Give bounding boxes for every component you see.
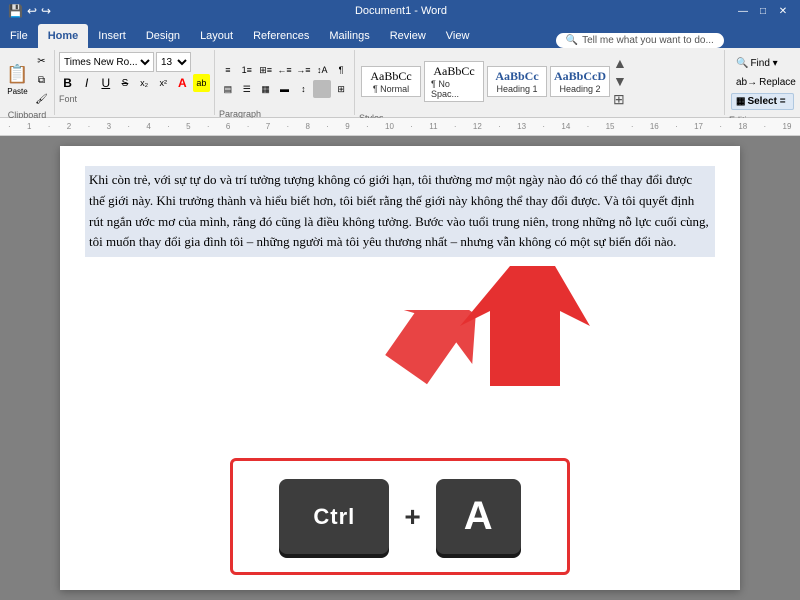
font-group: Times New Ro... 13 B I U S x₂ x² A ab Fo… (55, 50, 215, 115)
increase-indent-button[interactable]: →≡ (294, 61, 312, 79)
style-heading1[interactable]: AaBbCc Heading 1 (487, 66, 547, 97)
maximize-button[interactable]: □ (754, 3, 772, 19)
styles-group: AaBbCc ¶ Normal AaBbCc ¶ No Spac... AaBb… (355, 50, 725, 115)
align-right-button[interactable]: ▦ (257, 80, 275, 98)
document-text: Khi còn trẻ, với sự tự do và trí tưởng t… (85, 166, 715, 257)
borders-button[interactable]: ⊞ (332, 80, 350, 98)
bold-button[interactable]: B (59, 74, 76, 92)
strikethrough-button[interactable]: S (116, 74, 133, 92)
underline-button[interactable]: U (97, 74, 114, 92)
replace-button[interactable]: ab→ Replace (731, 74, 794, 91)
minimize-button[interactable]: — (734, 3, 752, 19)
plus-sign: + (404, 501, 420, 533)
big-red-arrow (460, 266, 590, 386)
tab-design[interactable]: Design (136, 24, 190, 48)
format-painter-button[interactable]: 🖌 (33, 90, 51, 108)
cut-button[interactable]: ✂ (33, 52, 51, 70)
superscript-button[interactable]: x² (155, 74, 172, 92)
justify-button[interactable]: ▬ (276, 80, 294, 98)
paste-button[interactable]: 📋 Paste (4, 60, 32, 100)
styles-expand-button[interactable]: ⊞ (613, 91, 627, 108)
bullets-button[interactable]: ≡ (219, 61, 237, 79)
font-size-select[interactable]: 13 (156, 52, 191, 72)
font-color-button[interactable]: A (174, 74, 191, 92)
style-normal[interactable]: AaBbCc ¶ Normal (361, 66, 421, 97)
tab-layout[interactable]: Layout (190, 24, 243, 48)
find-button[interactable]: 🔍 Find ▾ (731, 55, 794, 72)
ruler: ·1·2· 3·4·5 ·6·7· 8·9·10 ·11·12· 13·14·1… (0, 118, 800, 136)
title-bar: 💾 ↩ ↪ Document1 - Word — □ ✕ (0, 0, 800, 22)
paragraph-group: ≡ 1≡ ⊞≡ ←≡ →≡ ↕A ¶ ▤ ☰ ▦ ▬ ↕ ⊞ Paragraph (215, 50, 355, 115)
style-heading2[interactable]: AaBbCcD Heading 2 (550, 66, 610, 97)
ctrl-key: Ctrl (279, 479, 389, 554)
font-name-select[interactable]: Times New Ro... (59, 52, 154, 72)
tab-mailings[interactable]: Mailings (319, 24, 379, 48)
tab-review[interactable]: Review (380, 24, 436, 48)
shortcut-box: Ctrl + A (230, 458, 570, 575)
ribbon-tabs: File Home Insert Design Layout Reference… (0, 22, 800, 48)
decrease-indent-button[interactable]: ←≡ (276, 61, 294, 79)
copy-button[interactable]: ⧉ (33, 71, 51, 89)
styles-down-button[interactable]: ▼ (613, 73, 627, 89)
window-title: Document1 - Word (68, 5, 734, 17)
tab-file[interactable]: File (0, 24, 38, 48)
tab-view[interactable]: View (436, 24, 480, 48)
tab-insert[interactable]: Insert (88, 24, 136, 48)
style-no-spacing[interactable]: AaBbCc ¶ No Spac... (424, 61, 484, 102)
select-button[interactable]: ▦ Select = (731, 93, 794, 110)
sort-button[interactable]: ↕A (313, 61, 331, 79)
ruler-marks: ·1·2· 3·4·5 ·6·7· 8·9·10 ·11·12· 13·14·1… (8, 122, 792, 131)
show-marks-button[interactable]: ¶ (332, 61, 350, 79)
line-spacing-button[interactable]: ↕ (294, 80, 312, 98)
editing-group: 🔍 Find ▾ ab→ Replace ▦ Select = Editing (725, 50, 800, 115)
tab-references[interactable]: References (243, 24, 319, 48)
document-page: Khi còn trẻ, với sự tự do và trí tưởng t… (60, 146, 740, 590)
clipboard-group: 📋 Paste ✂ ⧉ 🖌 Clipboard (0, 50, 55, 115)
a-key: A (436, 479, 521, 554)
numbering-button[interactable]: 1≡ (238, 61, 256, 79)
multilevel-button[interactable]: ⊞≡ (257, 61, 275, 79)
document-area: Khi còn trẻ, với sự tự do và trí tưởng t… (0, 136, 800, 600)
align-left-button[interactable]: ▤ (219, 80, 237, 98)
close-button[interactable]: ✕ (774, 3, 792, 19)
font-group-label: Font (59, 92, 210, 104)
styles-up-button[interactable]: ▲ (613, 55, 627, 71)
ribbon: 📋 Paste ✂ ⧉ 🖌 Clipboard Times New Ro... … (0, 48, 800, 118)
italic-button[interactable]: I (78, 74, 95, 92)
window-controls[interactable]: — □ ✕ (734, 3, 792, 19)
highlight-button[interactable]: ab (193, 74, 210, 92)
shading-button[interactable] (313, 80, 331, 98)
align-center-button[interactable]: ☰ (238, 80, 256, 98)
subscript-button[interactable]: x₂ (136, 74, 153, 92)
tab-home[interactable]: Home (38, 24, 89, 48)
